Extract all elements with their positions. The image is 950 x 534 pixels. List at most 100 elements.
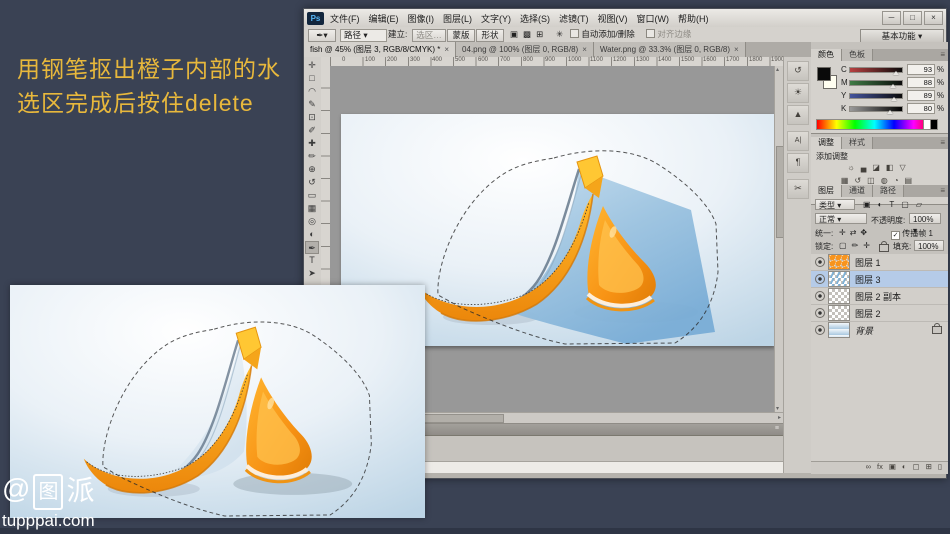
magenta-value[interactable]: 88 bbox=[907, 77, 935, 88]
tool-blur[interactable]: ◎ bbox=[305, 215, 319, 228]
tab-paths[interactable]: 路径 bbox=[873, 185, 904, 197]
filter-image-icon[interactable]: ▣ bbox=[863, 200, 878, 209]
tool-path-selection[interactable]: ➤ bbox=[305, 267, 319, 280]
make-selection-button[interactable]: 选区… bbox=[412, 29, 446, 42]
layer-row-2[interactable]: 图层 2 bbox=[811, 305, 948, 322]
layer-mask-icon[interactable]: ▣ bbox=[889, 462, 896, 471]
make-mask-button[interactable]: 蒙版 bbox=[447, 29, 475, 42]
tab-swatches[interactable]: 色板 bbox=[842, 49, 873, 61]
new-layer-icon[interactable]: ⊞ bbox=[926, 462, 932, 471]
make-shape-button[interactable]: 形状 bbox=[476, 29, 504, 42]
color-balance-icon[interactable]: ↺ bbox=[854, 176, 867, 185]
yellow-value[interactable]: 89 bbox=[907, 90, 935, 101]
layer-thumbnail[interactable] bbox=[828, 305, 850, 321]
filter-smart-icon[interactable]: ▱ bbox=[916, 200, 929, 209]
tool-quick-selection[interactable]: ✎ bbox=[305, 98, 319, 111]
tool-pen[interactable]: ✒ bbox=[305, 241, 319, 254]
tool-clone-stamp[interactable]: ⊕ bbox=[305, 163, 319, 176]
path-operations-icons[interactable]: ▣▩⊞ bbox=[510, 29, 548, 40]
info-panel-icon[interactable]: ▲ bbox=[787, 105, 809, 125]
lock-transparent-icon[interactable]: ▢ bbox=[839, 241, 852, 250]
menu-item-type[interactable]: 文字(Y) bbox=[481, 12, 511, 25]
panel-menu-icon[interactable]: ≡ bbox=[940, 186, 945, 195]
magenta-slider-thumb[interactable] bbox=[890, 84, 896, 88]
maximize-button[interactable]: □ bbox=[903, 11, 922, 25]
scroll-up-icon[interactable]: ▴ bbox=[776, 66, 779, 73]
properties-panel-icon[interactable]: ☀ bbox=[787, 83, 809, 103]
layer-row-2-copy[interactable]: 图层 2 副本 bbox=[811, 288, 948, 305]
scroll-down-icon[interactable]: ▾ bbox=[776, 405, 779, 412]
lock-pixels-icon[interactable]: ✏ bbox=[852, 241, 864, 250]
visibility-eye-icon[interactable] bbox=[815, 291, 825, 301]
tool-gradient[interactable]: ▦ bbox=[305, 202, 319, 215]
exposure-icon[interactable]: ◧ bbox=[886, 163, 900, 172]
workspace-switcher[interactable]: 基本功能 ▾ bbox=[860, 29, 944, 43]
menu-item-help[interactable]: 帮助(H) bbox=[678, 12, 709, 25]
auto-add-delete-checkbox[interactable]: 自动添加/删除 bbox=[570, 29, 635, 40]
visibility-eye-icon[interactable] bbox=[815, 325, 825, 335]
tab-channels[interactable]: 通道 bbox=[842, 185, 873, 197]
fill-field[interactable]: 100% ▾ bbox=[914, 240, 944, 251]
tool-move[interactable]: ✛ bbox=[305, 59, 319, 72]
tool-eyedropper[interactable]: ✐ bbox=[305, 124, 319, 137]
align-edges-checkbox[interactable]: 对齐边缘 bbox=[646, 29, 691, 40]
checkbox-icon[interactable] bbox=[570, 29, 579, 38]
cyan-slider-thumb[interactable] bbox=[893, 71, 899, 75]
photo-filter-icon[interactable]: ◍ bbox=[881, 176, 894, 185]
layer-group-icon[interactable]: ▢ bbox=[912, 462, 919, 471]
menu-item-select[interactable]: 选择(S) bbox=[520, 12, 550, 25]
minimize-button[interactable]: ─ bbox=[882, 11, 901, 25]
tool-history-brush[interactable]: ↺ bbox=[305, 176, 319, 189]
menu-item-filter[interactable]: 滤镜(T) bbox=[559, 12, 589, 25]
path-ops-icon[interactable]: ▣ bbox=[510, 29, 523, 39]
menu-item-file[interactable]: 文件(F) bbox=[330, 12, 360, 25]
filter-adjustment-icon[interactable]: ◐ bbox=[878, 200, 890, 209]
panel-menu-icon[interactable]: ≡ bbox=[940, 50, 945, 59]
layer-style-icon[interactable]: fx bbox=[877, 462, 883, 471]
path-align-icon[interactable]: ▩ bbox=[523, 29, 536, 39]
path-arrange-icon[interactable]: ⊞ bbox=[536, 29, 548, 39]
paragraph-panel-icon[interactable]: ¶ bbox=[787, 153, 809, 173]
filter-kind-select[interactable]: 类型 ▾ bbox=[815, 199, 855, 210]
visibility-eye-icon[interactable] bbox=[815, 308, 825, 318]
unify-style-icon[interactable]: ✥ bbox=[860, 228, 871, 237]
lock-position-icon[interactable]: ✛ bbox=[863, 241, 875, 250]
character-panel-icon[interactable]: A| bbox=[787, 131, 809, 151]
brightness-icon[interactable]: ☼ bbox=[847, 163, 860, 172]
tab-styles[interactable]: 样式 bbox=[842, 137, 873, 149]
tool-crop[interactable]: ⊡ bbox=[305, 111, 319, 124]
tool-lasso[interactable]: ◠ bbox=[305, 85, 319, 98]
menu-item-view[interactable]: 视图(V) bbox=[598, 12, 628, 25]
tool-marquee[interactable]: □ bbox=[305, 72, 319, 85]
scroll-right-icon[interactable]: ▸ bbox=[778, 414, 781, 421]
delete-layer-icon[interactable]: ▯ bbox=[938, 462, 942, 471]
layer-row-1[interactable]: 图层 1 bbox=[811, 254, 948, 271]
tab-adjustments[interactable]: 调整 bbox=[811, 137, 842, 149]
hue-icon[interactable]: ▦ bbox=[841, 176, 855, 185]
gear-icon[interactable]: ✳ bbox=[556, 29, 563, 40]
menu-item-window[interactable]: 窗口(W) bbox=[637, 12, 670, 25]
history-panel-icon[interactable]: ↺ bbox=[787, 61, 809, 81]
lookup-icon[interactable]: ▤ bbox=[905, 176, 919, 185]
curves-icon[interactable]: ◪ bbox=[872, 163, 886, 172]
black-swatch[interactable] bbox=[930, 119, 938, 130]
layer-thumbnail[interactable] bbox=[828, 271, 850, 287]
tool-brush[interactable]: ✏ bbox=[305, 150, 319, 163]
black-slider[interactable] bbox=[849, 106, 903, 112]
tab-04png[interactable]: 04.png @ 100% (图层 0, RGB/8)× bbox=[456, 42, 594, 57]
tab-fish[interactable]: fish @ 45% (图层 3, RGB/8/CMYK) *× bbox=[304, 42, 456, 57]
tab-waterpng[interactable]: Water.png @ 33.3% (图层 0, RGB/8)× bbox=[594, 42, 746, 57]
black-slider-thumb[interactable] bbox=[887, 110, 893, 114]
tool-healing-brush[interactable]: ✚ bbox=[305, 137, 319, 150]
layer-thumbnail[interactable] bbox=[828, 322, 850, 338]
panel-menu-icon[interactable]: ≡ bbox=[940, 138, 945, 147]
levels-icon[interactable]: ▄ bbox=[861, 163, 873, 172]
visibility-eye-icon[interactable] bbox=[815, 257, 825, 267]
close-icon[interactable]: × bbox=[444, 45, 449, 54]
close-icon[interactable]: × bbox=[582, 45, 587, 54]
link-layers-icon[interactable]: ∞ bbox=[866, 462, 871, 471]
close-icon[interactable]: × bbox=[734, 45, 739, 54]
filter-type-icon[interactable]: T bbox=[889, 200, 901, 209]
menu-item-image[interactable]: 图像(I) bbox=[408, 12, 435, 25]
scissors-panel-icon[interactable]: ✂ bbox=[787, 179, 809, 199]
